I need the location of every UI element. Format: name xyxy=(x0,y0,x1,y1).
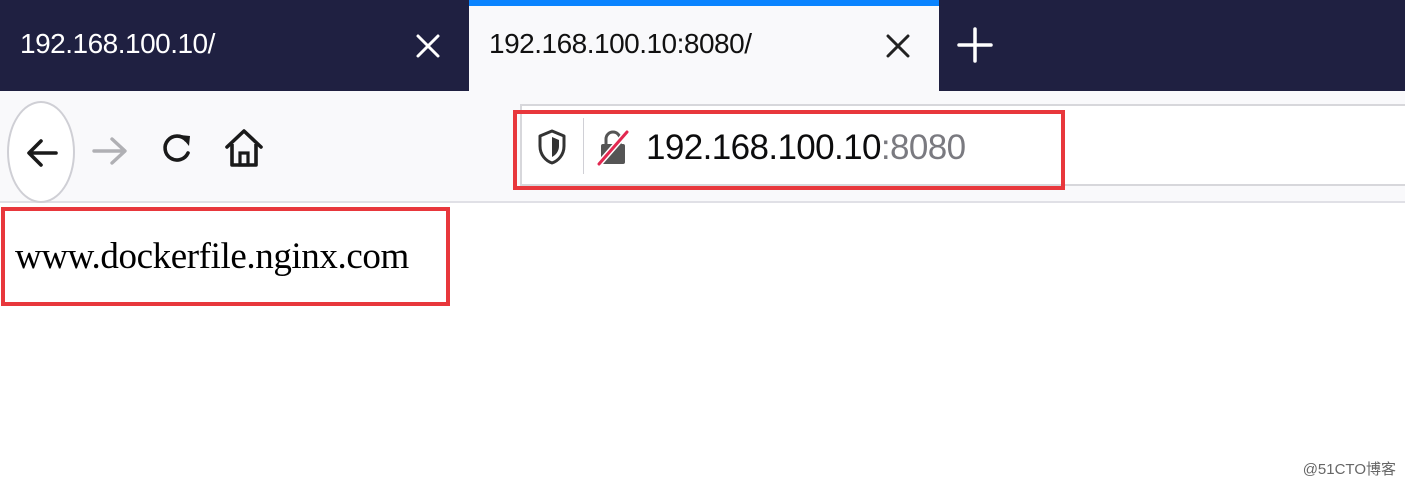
url-host: 192.168.100.10 xyxy=(646,128,882,167)
home-icon xyxy=(225,129,263,167)
urlbar-separator xyxy=(583,118,584,174)
back-button[interactable] xyxy=(7,101,75,203)
close-icon[interactable] xyxy=(881,29,915,63)
active-tab-indicator xyxy=(469,0,939,6)
page-body-text: www.dockerfile.nginx.com xyxy=(15,236,409,277)
tab-title: 192.168.100.10:8080/ xyxy=(489,28,752,59)
shield-icon[interactable] xyxy=(536,128,568,166)
new-tab-plus-icon[interactable] xyxy=(955,25,995,65)
arrow-left-icon xyxy=(27,139,58,167)
page-content: www.dockerfile.nginx.com @51CTO博客 xyxy=(0,205,1405,486)
close-icon[interactable] xyxy=(411,29,445,63)
home-button[interactable] xyxy=(222,125,266,173)
forward-button[interactable] xyxy=(88,129,132,173)
reload-button[interactable] xyxy=(156,127,200,171)
tab-192-168-100-10[interactable]: 192.168.100.10/ xyxy=(0,0,469,91)
url-port: :8080 xyxy=(880,128,966,167)
watermark: @51CTO博客 xyxy=(1302,461,1396,478)
reload-icon xyxy=(163,134,190,162)
lock-crossed-icon[interactable] xyxy=(595,128,631,166)
tab-title: 192.168.100.10/ xyxy=(20,28,215,59)
tab-strip: 192.168.100.10/ 192.168.100.10:8080/ xyxy=(0,0,1405,91)
arrow-right-icon xyxy=(92,137,127,165)
tab-192-168-100-10-8080[interactable]: 192.168.100.10:8080/ xyxy=(469,0,939,91)
url-text[interactable]: 192.168.100.10:8080 xyxy=(646,128,966,168)
